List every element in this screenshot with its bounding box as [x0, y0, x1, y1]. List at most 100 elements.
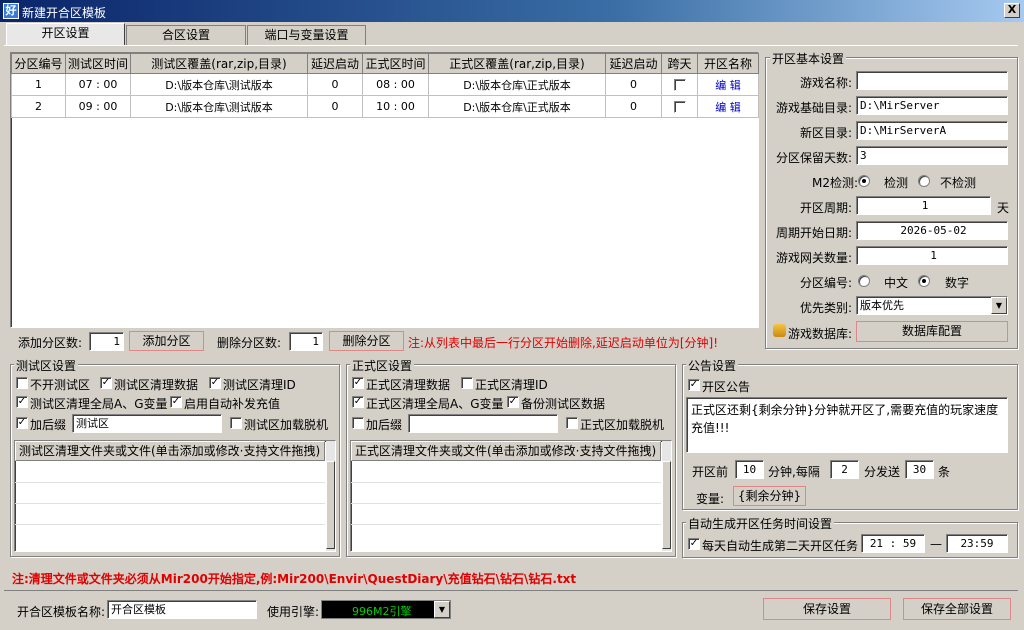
cell-formal-time[interactable]: 08 : 00: [362, 73, 429, 96]
formal-clean-list-header[interactable]: 正式区清理文件夹或文件(单击添加或修改·支持文件拖拽): [351, 441, 661, 461]
numbering-digit-radio[interactable]: [918, 275, 930, 287]
cell-edit[interactable]: 编 辑: [697, 73, 759, 96]
basic-settings-title: 开区基本设置: [770, 50, 847, 67]
cross-day-checkbox[interactable]: [673, 79, 686, 91]
notice-text-area[interactable]: 正式区还剩{剩余分钟}分钟就开区了,需要充值的玩家速度充值!!!: [686, 397, 1008, 453]
table-row[interactable]: 1 07 : 00 D:\版本仓库\测试版本 0 08 : 00 D:\版本仓库…: [11, 73, 759, 96]
chevron-down-icon[interactable]: ▼: [991, 297, 1007, 314]
backup-test-data-checkbox[interactable]: ✓: [507, 396, 519, 408]
new-dir-label: 新区目录:: [800, 126, 853, 140]
tab-open-zone[interactable]: 开区设置: [6, 23, 125, 46]
save-button[interactable]: 保存设置: [763, 598, 891, 620]
cross-day-checkbox[interactable]: [673, 101, 686, 113]
auto-task-to-input[interactable]: 23:59: [946, 534, 1008, 553]
zone-table[interactable]: 分区编号 测试区时间 测试区覆盖(rar,zip,目录) 延迟启动 正式区时间 …: [10, 52, 759, 328]
notice-interval-input[interactable]: 2: [830, 460, 859, 479]
cell-test-cover[interactable]: D:\版本仓库\测试版本: [130, 95, 308, 118]
notice-count-input[interactable]: 30: [905, 460, 934, 479]
test-clean-list-header[interactable]: 测试区清理文件夹或文件(单击添加或修改·支持文件拖拽): [15, 441, 325, 461]
formal-list-scroll-thumb[interactable]: [662, 461, 671, 549]
save-all-button[interactable]: 保存全部设置: [903, 598, 1011, 620]
test-clean-global-checkbox[interactable]: ✓: [16, 396, 28, 408]
delete-zone-button[interactable]: 删除分区: [329, 331, 404, 351]
cell-test-time[interactable]: 09 : 00: [65, 95, 131, 118]
auto-task-from-input[interactable]: 21 : 59: [861, 534, 925, 553]
add-count-input[interactable]: 1: [89, 332, 124, 351]
formal-offline-checkbox[interactable]: [566, 417, 578, 429]
cell-formal-time[interactable]: 10 : 00: [362, 95, 429, 118]
col-zone-name[interactable]: 开区名称: [697, 53, 759, 74]
cell-test-delay[interactable]: 0: [307, 95, 363, 118]
chevron-down-icon[interactable]: ▼: [434, 601, 450, 618]
delete-count-input[interactable]: 1: [289, 332, 323, 351]
col-formal-cover[interactable]: 正式区覆盖(rar,zip,目录): [428, 53, 606, 74]
no-test-zone-checkbox[interactable]: [16, 377, 28, 389]
col-test-cover[interactable]: 测试区覆盖(rar,zip,目录): [130, 53, 308, 74]
close-button[interactable]: X: [1004, 3, 1020, 18]
new-dir-input[interactable]: D:\MirServerA: [856, 121, 1008, 140]
formal-suffix-checkbox[interactable]: [352, 417, 364, 429]
table-row[interactable]: 2 09 : 00 D:\版本仓库\测试版本 0 10 : 00 D:\版本仓库…: [11, 95, 759, 118]
test-clean-data-checkbox[interactable]: ✓: [100, 377, 112, 389]
cell-edit[interactable]: 编 辑: [697, 95, 759, 118]
cell-formal-cover[interactable]: D:\版本仓库\正式版本: [428, 95, 606, 118]
cell-formal-cover[interactable]: D:\版本仓库\正式版本: [428, 73, 606, 96]
cycle-input[interactable]: 1: [856, 196, 991, 215]
database-config-button[interactable]: 数据库配置: [856, 321, 1008, 342]
engine-select[interactable]: 996M2引擎 ▼: [321, 600, 451, 619]
tab-merge-zone[interactable]: 合区设置: [126, 25, 246, 45]
test-suffix-input[interactable]: 测试区: [72, 414, 222, 433]
cell-formal-delay[interactable]: 0: [605, 73, 662, 96]
cycle-unit: 天: [997, 201, 1010, 215]
keep-days-label: 分区保留天数:: [776, 151, 853, 165]
col-formal-time[interactable]: 正式区时间: [362, 53, 429, 74]
formal-suffix-input[interactable]: [408, 414, 558, 433]
variable-remaining-minutes-button[interactable]: {剩余分钟}: [733, 486, 806, 506]
formal-clean-list[interactable]: 正式区清理文件夹或文件(单击添加或修改·支持文件拖拽): [350, 440, 672, 552]
test-clean-id-checkbox[interactable]: ✓: [209, 377, 221, 389]
col-cross-day[interactable]: 跨天: [661, 53, 698, 74]
notice-enable-checkbox[interactable]: ✓: [688, 379, 700, 391]
add-zone-button[interactable]: 添加分区: [129, 331, 204, 351]
numbering-chinese-radio[interactable]: [858, 275, 870, 287]
formal-clean-global-checkbox[interactable]: ✓: [352, 396, 364, 408]
test-suffix-checkbox[interactable]: ✓: [16, 417, 28, 429]
template-name-input[interactable]: 开合区模板: [107, 600, 257, 619]
m2-check-radio[interactable]: [858, 175, 870, 187]
formal-list-scrollbar[interactable]: [662, 441, 671, 551]
formal-clean-data-checkbox[interactable]: ✓: [352, 377, 364, 389]
auto-recharge-checkbox[interactable]: ✓: [170, 396, 182, 408]
m2-nocheck-radio[interactable]: [918, 175, 930, 187]
cell-test-delay[interactable]: 0: [307, 73, 363, 96]
backup-test-data-label: 备份测试区数据: [521, 397, 606, 411]
cell-zone-id[interactable]: 1: [11, 73, 66, 96]
priority-value: 版本优先: [860, 299, 904, 312]
cell-cross-day[interactable]: [661, 95, 698, 118]
cell-formal-delay[interactable]: 0: [605, 95, 662, 118]
m2-nocheck-option: 不检测: [940, 176, 977, 190]
col-test-time[interactable]: 测试区时间: [65, 53, 131, 74]
cell-test-time[interactable]: 07 : 00: [65, 73, 131, 96]
gateway-count-input[interactable]: 1: [856, 246, 1008, 265]
notice-before-input[interactable]: 10: [735, 460, 764, 479]
formal-clean-id-checkbox[interactable]: [461, 377, 473, 389]
test-clean-list[interactable]: 测试区清理文件夹或文件(单击添加或修改·支持文件拖拽): [14, 440, 336, 552]
test-offline-checkbox[interactable]: [230, 417, 242, 429]
tab-port-variables[interactable]: 端口与变量设置: [247, 25, 366, 45]
keep-days-input[interactable]: 3: [856, 146, 1008, 165]
test-list-scrollbar[interactable]: [326, 441, 335, 551]
numbering-label: 分区编号:: [800, 276, 853, 290]
cell-zone-id[interactable]: 2: [11, 95, 66, 118]
col-zone-id[interactable]: 分区编号: [11, 53, 66, 74]
cell-test-cover[interactable]: D:\版本仓库\测试版本: [130, 73, 308, 96]
start-date-input[interactable]: 2026-05-02: [856, 221, 1008, 240]
col-formal-delay[interactable]: 延迟启动: [605, 53, 662, 74]
game-name-input[interactable]: [856, 71, 1008, 90]
col-test-delay[interactable]: 延迟启动: [307, 53, 363, 74]
priority-select[interactable]: 版本优先 ▼: [856, 296, 1008, 315]
cell-cross-day[interactable]: [661, 73, 698, 96]
formal-offline-label: 正式区加载脱机: [580, 418, 665, 432]
auto-task-checkbox[interactable]: ✓: [688, 538, 700, 550]
test-list-scroll-thumb[interactable]: [326, 461, 335, 549]
base-dir-input[interactable]: D:\MirServer: [856, 96, 1008, 115]
